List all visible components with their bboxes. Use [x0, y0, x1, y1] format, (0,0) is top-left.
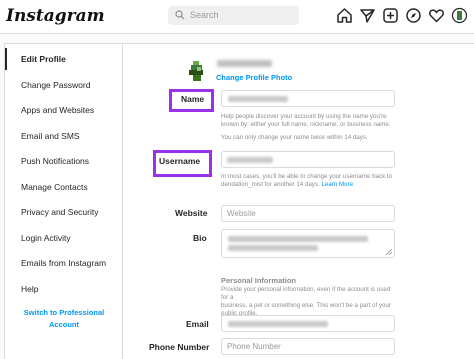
home-icon[interactable] — [336, 7, 353, 24]
email-label: Email — [186, 319, 209, 329]
profile-username-blurred — [217, 60, 272, 67]
edit-profile-form: Change Profile Photo Name Help people di… — [123, 44, 474, 359]
switch-professional-line1: Switch to Professional — [23, 308, 105, 317]
resize-handle-icon[interactable] — [386, 249, 392, 255]
personal-help-line1: Provide your personal information, even … — [221, 286, 391, 301]
sidebar-item-privacy-security[interactable]: Privacy and Security — [5, 201, 123, 223]
bio-value-blurred — [228, 236, 368, 242]
profile-photo[interactable] — [187, 61, 207, 83]
phone-number-input[interactable]: Phone Number — [221, 338, 395, 355]
phone-number-label: Phone Number — [149, 342, 210, 352]
direct-message-icon[interactable] — [359, 7, 376, 24]
new-post-icon[interactable] — [382, 7, 399, 24]
sidebar-item-edit-profile[interactable]: Edit Profile — [5, 48, 123, 70]
sidebar-item-login-activity[interactable]: Login Activity — [5, 227, 123, 249]
username-input[interactable] — [221, 151, 395, 168]
heart-icon[interactable] — [428, 7, 445, 24]
personal-help-line2: business, a pet or something else. This … — [221, 302, 391, 309]
website-input[interactable]: Website — [221, 205, 395, 222]
top-navigation-bar: Instagram Search — [0, 0, 474, 34]
name-value-blurred — [228, 96, 288, 102]
search-input[interactable]: Search — [190, 10, 219, 20]
name-label: Name — [181, 94, 205, 104]
switch-professional-line2: Account — [49, 320, 79, 329]
explore-icon[interactable] — [405, 7, 422, 24]
bio-value-blurred-line2 — [228, 245, 318, 251]
search-icon — [175, 10, 185, 20]
name-help-line2: known by: either your full name, nicknam… — [221, 121, 391, 128]
email-value-blurred — [228, 321, 328, 327]
username-help-line1: In most cases, you'll be able to change … — [221, 173, 393, 180]
sidebar-item-push-notifications[interactable]: Push Notifications — [5, 150, 123, 172]
sidebar-item-email-sms[interactable]: Email and SMS — [5, 125, 123, 147]
name-help-line3: You can only change your name twice with… — [221, 134, 368, 141]
settings-sidebar: Edit Profile Change Password Apps and We… — [5, 44, 123, 359]
settings-card: Edit Profile Change Password Apps and We… — [4, 43, 474, 359]
name-input[interactable] — [221, 90, 395, 107]
email-input[interactable] — [221, 315, 395, 332]
username-label: Username — [159, 156, 201, 166]
username-help-text: In most cases, you'll be able to change … — [221, 173, 399, 189]
name-help-text: Help people discover your account by usi… — [221, 113, 399, 142]
sidebar-item-change-password[interactable]: Change Password — [5, 74, 123, 96]
instagram-logo[interactable]: Instagram — [6, 6, 105, 26]
learn-more-link[interactable]: Learn More — [321, 181, 353, 188]
sidebar-item-apps-websites[interactable]: Apps and Websites — [5, 99, 123, 121]
bio-label: Bio — [193, 233, 207, 243]
personal-information-help: Provide your personal information, even … — [221, 286, 399, 318]
username-value-blurred — [227, 157, 273, 163]
profile-avatar-icon[interactable] — [451, 7, 468, 24]
sidebar-item-manage-contacts[interactable]: Manage Contacts — [5, 176, 123, 198]
sidebar-item-help[interactable]: Help — [5, 278, 123, 300]
personal-information-title: Personal Information — [221, 276, 297, 285]
change-profile-photo-link[interactable]: Change Profile Photo — [216, 73, 292, 82]
bio-textarea[interactable] — [221, 229, 395, 258]
switch-professional-link[interactable]: Switch to Professional Account — [5, 307, 123, 331]
sidebar-item-emails-from-instagram[interactable]: Emails from Instagram — [5, 252, 123, 274]
username-help-line2: dendation_mist for another 14 days. — [221, 181, 320, 188]
name-help-line1: Help people discover your account by usi… — [221, 113, 387, 120]
website-label: Website — [175, 208, 208, 218]
search-box[interactable]: Search — [168, 6, 299, 25]
